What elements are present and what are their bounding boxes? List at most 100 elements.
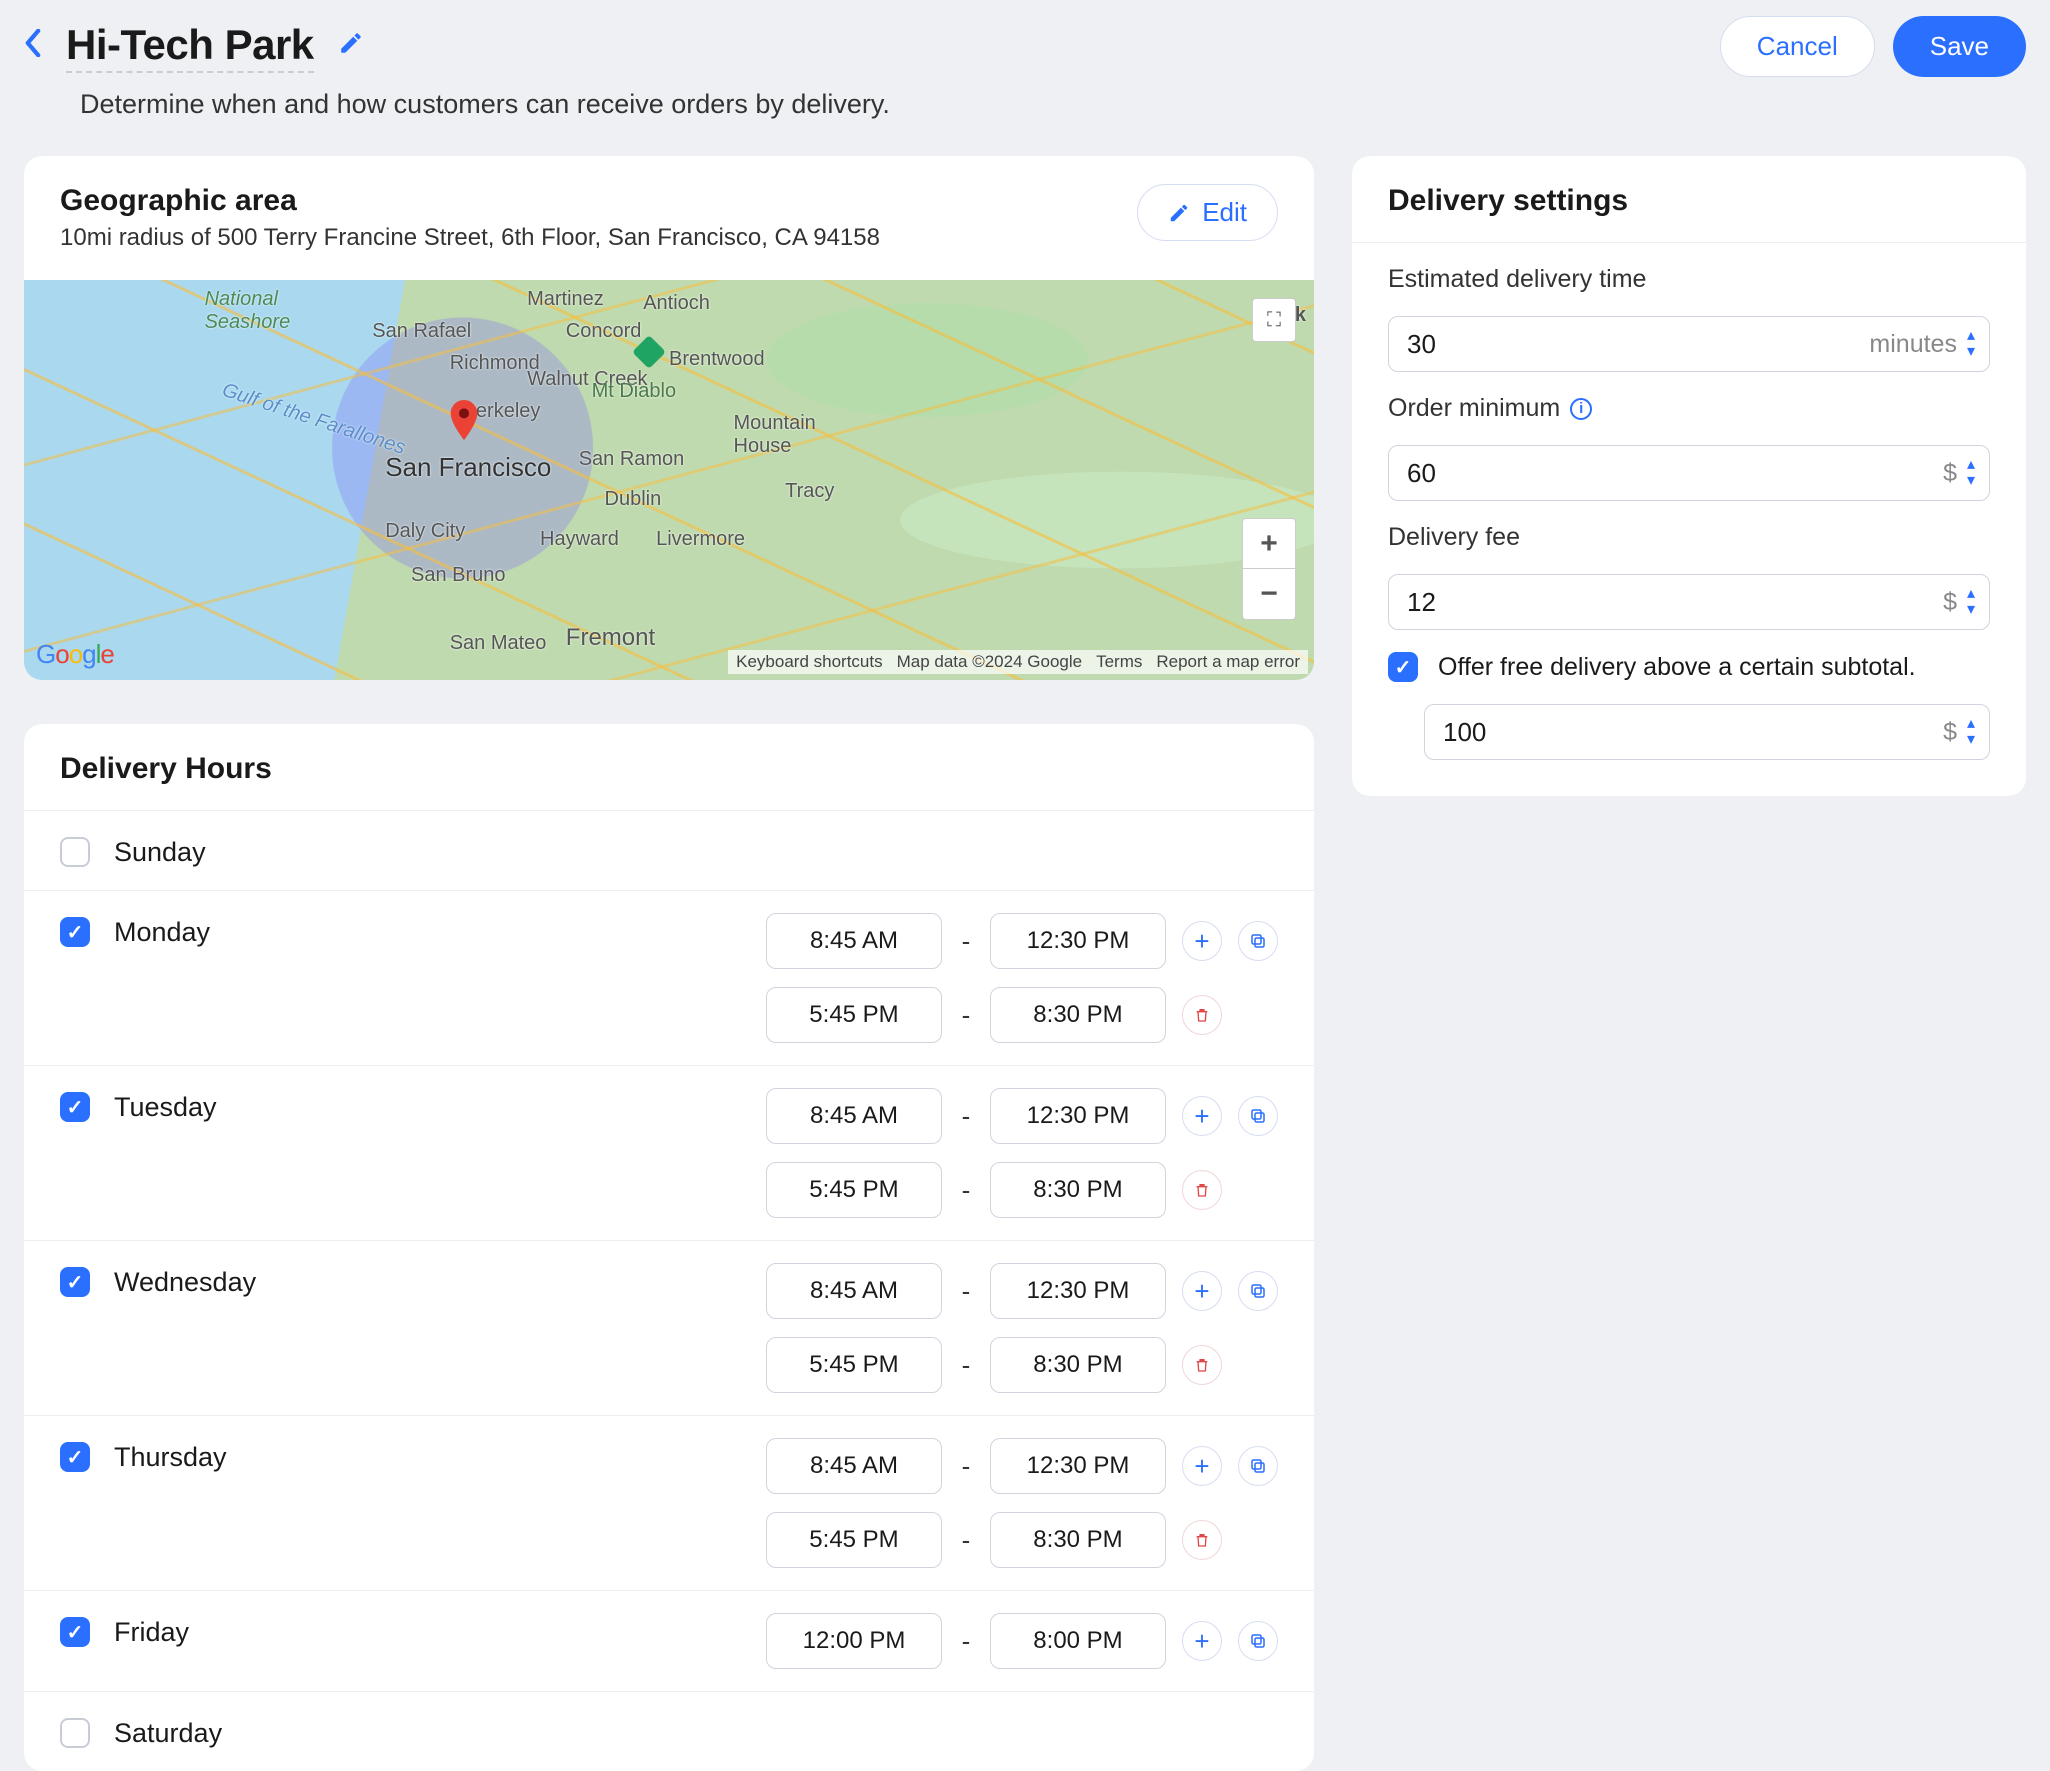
copy-slot-button[interactable] — [1238, 921, 1278, 961]
day-checkbox[interactable] — [60, 917, 90, 947]
time-slot: 8:45 AM-12:30 PM + — [766, 913, 1278, 969]
delete-slot-button[interactable] — [1182, 1170, 1222, 1210]
time-to-input[interactable]: 8:30 PM — [990, 1162, 1166, 1218]
delivery-settings-card: Delivery settings Estimated delivery tim… — [1352, 156, 2026, 796]
time-from-input[interactable]: 5:45 PM — [766, 1512, 942, 1568]
time-from-input[interactable]: 8:45 AM — [766, 913, 942, 969]
add-slot-button[interactable]: + — [1182, 1621, 1222, 1661]
back-button[interactable] — [24, 29, 42, 64]
day-name: Tuesday — [114, 1088, 374, 1123]
delivery-fee-label: Delivery fee — [1388, 523, 1990, 552]
time-to-input[interactable]: 8:30 PM — [990, 1337, 1166, 1393]
delete-slot-button[interactable] — [1182, 995, 1222, 1035]
settings-title: Delivery settings — [1352, 156, 2026, 243]
cancel-button[interactable]: Cancel — [1720, 16, 1875, 77]
info-icon[interactable]: i — [1570, 398, 1592, 420]
map-zoom-out[interactable]: − — [1243, 569, 1295, 619]
delivery-fee-input[interactable]: 12 $ ▴▾ — [1388, 574, 1990, 630]
time-from-input[interactable]: 8:45 AM — [766, 1438, 942, 1494]
add-slot-button[interactable]: + — [1182, 1271, 1222, 1311]
day-checkbox[interactable] — [60, 1442, 90, 1472]
map-label-daly: Daly City — [385, 520, 465, 543]
map-label-rafael: San Rafael — [372, 320, 471, 343]
order-min-input[interactable]: 60 $ ▴▾ — [1388, 445, 1990, 501]
est-time-input[interactable]: 30 minutes ▴▾ — [1388, 316, 1990, 372]
copy-slot-button[interactable] — [1238, 1096, 1278, 1136]
map-attr-report[interactable]: Report a map error — [1156, 652, 1300, 672]
edit-area-button[interactable]: Edit — [1137, 184, 1278, 241]
est-time-value: 30 — [1407, 329, 1859, 360]
delete-slot-button[interactable] — [1182, 1520, 1222, 1560]
map-label-ramon: San Ramon — [579, 448, 685, 471]
free-delivery-label: Offer free delivery above a certain subt… — [1438, 653, 1916, 682]
day-name: Monday — [114, 913, 374, 948]
time-to-input[interactable]: 12:30 PM — [990, 1438, 1166, 1494]
map-label-tracy: Tracy — [785, 480, 834, 503]
time-separator: - — [958, 1350, 974, 1381]
day-row: Sunday — [24, 810, 1314, 890]
free-delivery-checkbox[interactable] — [1388, 652, 1418, 682]
map-zoom-control: + − — [1242, 518, 1296, 620]
add-slot-button[interactable]: + — [1182, 1096, 1222, 1136]
time-slot: 8:45 AM-12:30 PM + — [766, 1088, 1278, 1144]
day-checkbox[interactable] — [60, 1092, 90, 1122]
time-to-input[interactable]: 8:00 PM — [990, 1613, 1166, 1669]
map-label-dublin: Dublin — [605, 488, 662, 511]
day-name: Sunday — [114, 833, 374, 868]
day-checkbox[interactable] — [60, 1718, 90, 1748]
time-separator: - — [958, 1101, 974, 1132]
time-to-input[interactable]: 12:30 PM — [990, 1263, 1166, 1319]
map-label-fremont: Fremont — [566, 624, 655, 652]
copy-slot-button[interactable] — [1238, 1621, 1278, 1661]
time-to-input[interactable]: 8:30 PM — [990, 1512, 1166, 1568]
time-separator: - — [958, 1276, 974, 1307]
map-label-bruno: San Bruno — [411, 564, 506, 587]
time-separator: - — [958, 1000, 974, 1031]
time-from-input[interactable]: 12:00 PM — [766, 1613, 942, 1669]
map-label-sf: San Francisco — [385, 452, 551, 483]
order-min-stepper[interactable]: ▴▾ — [1967, 460, 1975, 485]
map[interactable]: San Francisco National Seashore Gulf of … — [24, 280, 1314, 680]
threshold-stepper[interactable]: ▴▾ — [1967, 719, 1975, 744]
time-slot: 8:45 AM-12:30 PM + — [766, 1438, 1278, 1494]
map-label-diablo: Mt Diablo — [592, 380, 676, 403]
copy-slot-button[interactable] — [1238, 1271, 1278, 1311]
day-checkbox[interactable] — [60, 1617, 90, 1647]
delete-slot-button[interactable] — [1182, 1345, 1222, 1385]
edit-title-button[interactable] — [338, 30, 364, 63]
map-label-gulf: Gulf of the Farallones — [219, 379, 408, 460]
time-to-input[interactable]: 12:30 PM — [990, 1088, 1166, 1144]
map-zoom-in[interactable]: + — [1243, 519, 1295, 569]
day-checkbox[interactable] — [60, 837, 90, 867]
time-to-input[interactable]: 12:30 PM — [990, 913, 1166, 969]
delivery-hours-card: Delivery Hours SundayMonday8:45 AM-12:30… — [24, 724, 1314, 1771]
time-separator: - — [958, 926, 974, 957]
day-name: Saturday — [114, 1714, 374, 1749]
day-row: Wednesday8:45 AM-12:30 PM+5:45 PM-8:30 P… — [24, 1240, 1314, 1415]
time-from-input[interactable]: 5:45 PM — [766, 1337, 942, 1393]
time-to-input[interactable]: 8:30 PM — [990, 987, 1166, 1043]
day-checkbox[interactable] — [60, 1267, 90, 1297]
save-button[interactable]: Save — [1893, 16, 2026, 77]
threshold-value: 100 — [1443, 717, 1933, 748]
map-label-brentwood: Brentwood — [669, 348, 765, 371]
map-attr-shortcuts[interactable]: Keyboard shortcuts — [736, 652, 882, 672]
time-from-input[interactable]: 5:45 PM — [766, 987, 942, 1043]
copy-slot-button[interactable] — [1238, 1446, 1278, 1486]
time-from-input[interactable]: 8:45 AM — [766, 1263, 942, 1319]
add-slot-button[interactable]: + — [1182, 1446, 1222, 1486]
time-from-input[interactable]: 8:45 AM — [766, 1088, 942, 1144]
edit-area-label: Edit — [1202, 197, 1247, 228]
est-time-stepper[interactable]: ▴▾ — [1967, 331, 1975, 356]
time-from-input[interactable]: 5:45 PM — [766, 1162, 942, 1218]
delivery-fee-stepper[interactable]: ▴▾ — [1967, 589, 1975, 614]
map-label-mateo: San Mateo — [450, 632, 547, 655]
add-slot-button[interactable]: + — [1182, 921, 1222, 961]
geo-subtitle: 10mi radius of 500 Terry Francine Street… — [60, 224, 880, 252]
free-delivery-threshold-input[interactable]: 100 $ ▴▾ — [1424, 704, 1990, 760]
day-row: Monday 8:45 AM-12:30 PM +5:45 PM-8:30 PM — [24, 890, 1314, 1065]
map-fullscreen-button[interactable]: ⛶ — [1252, 298, 1296, 342]
order-min-label: Order minimum — [1388, 394, 1560, 423]
time-separator: - — [958, 1451, 974, 1482]
map-attr-terms[interactable]: Terms — [1096, 652, 1142, 672]
